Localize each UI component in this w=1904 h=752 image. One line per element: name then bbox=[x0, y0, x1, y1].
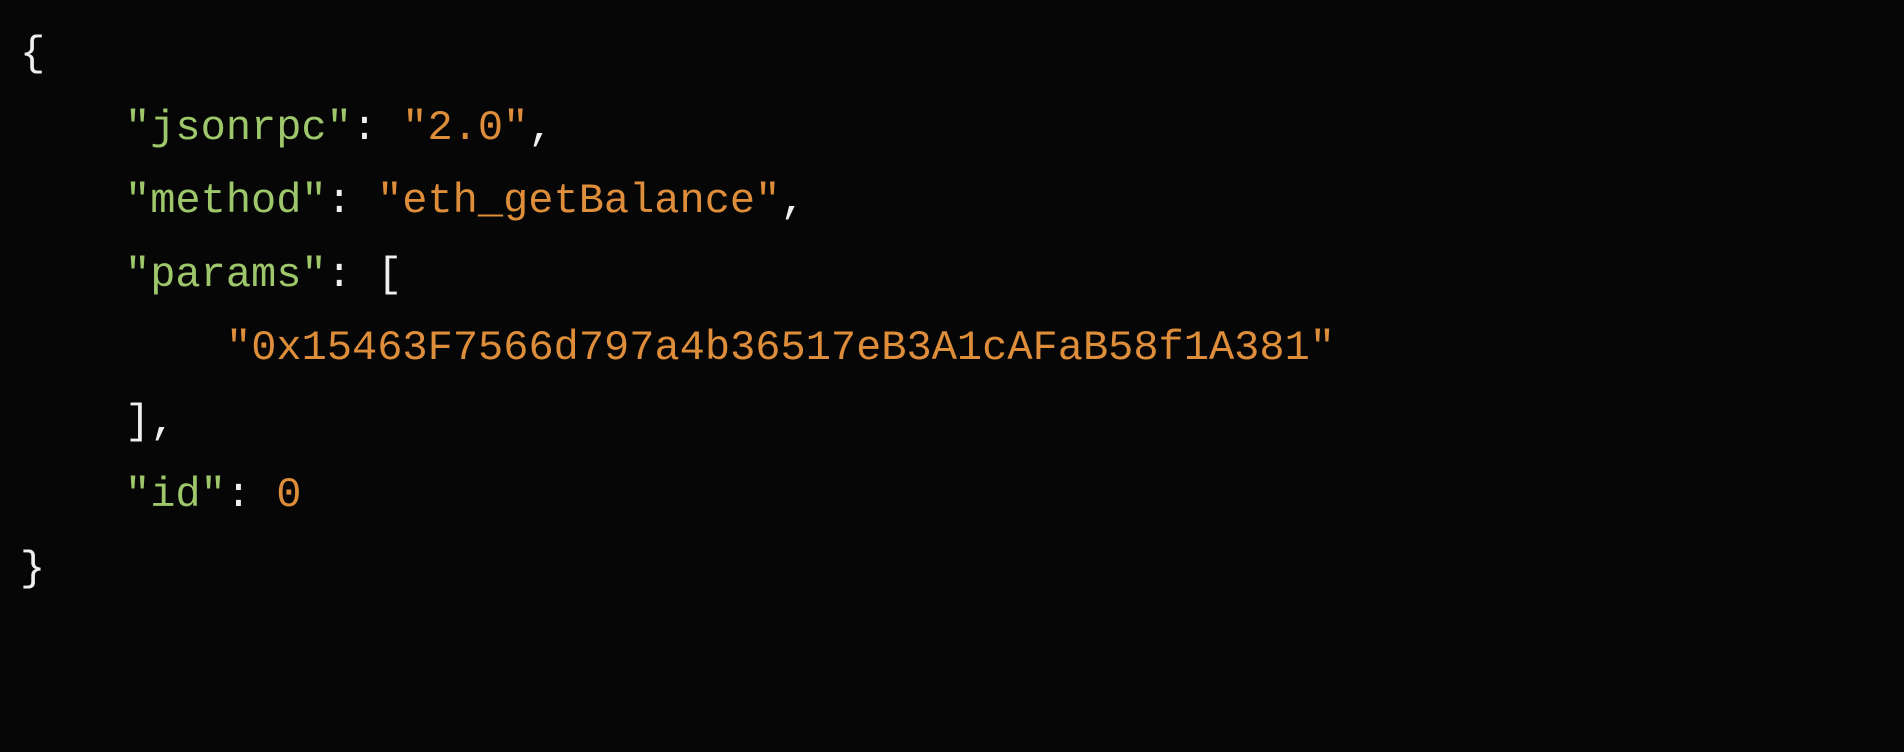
json-value-number: 0 bbox=[276, 471, 301, 519]
colon: : bbox=[327, 177, 377, 225]
code-line-id: "id": 0 bbox=[20, 459, 1904, 533]
code-line-open: { bbox=[20, 18, 1904, 92]
code-line-method: "method": "eth_getBalance", bbox=[20, 165, 1904, 239]
json-value: "eth_getBalance" bbox=[377, 177, 780, 225]
json-code-block: { "jsonrpc": "2.0", "method": "eth_getBa… bbox=[20, 18, 1904, 606]
json-key: "method" bbox=[125, 177, 327, 225]
json-value-address: "0x15463F7566d797a4b36517eB3A1cAFaB58f1A… bbox=[226, 324, 1335, 372]
code-line-params: "params": [ bbox=[20, 239, 1904, 313]
json-value: "2.0" bbox=[402, 104, 528, 152]
comma: , bbox=[780, 177, 805, 225]
brace-open: { bbox=[20, 30, 45, 78]
comma: , bbox=[528, 104, 553, 152]
json-key: "params" bbox=[125, 251, 327, 299]
json-key: "jsonrpc" bbox=[125, 104, 352, 152]
brace-close: } bbox=[20, 545, 45, 593]
code-line-jsonrpc: "jsonrpc": "2.0", bbox=[20, 92, 1904, 166]
colon: : bbox=[327, 251, 377, 299]
code-line-param-item: "0x15463F7566d797a4b36517eB3A1cAFaB58f1A… bbox=[20, 312, 1904, 386]
bracket-open: [ bbox=[377, 251, 402, 299]
colon: : bbox=[226, 471, 276, 519]
json-key: "id" bbox=[125, 471, 226, 519]
comma: , bbox=[150, 398, 175, 446]
bracket-close: ] bbox=[125, 398, 150, 446]
colon: : bbox=[352, 104, 402, 152]
code-line-params-close: ], bbox=[20, 386, 1904, 460]
code-line-close: } bbox=[20, 533, 1904, 607]
